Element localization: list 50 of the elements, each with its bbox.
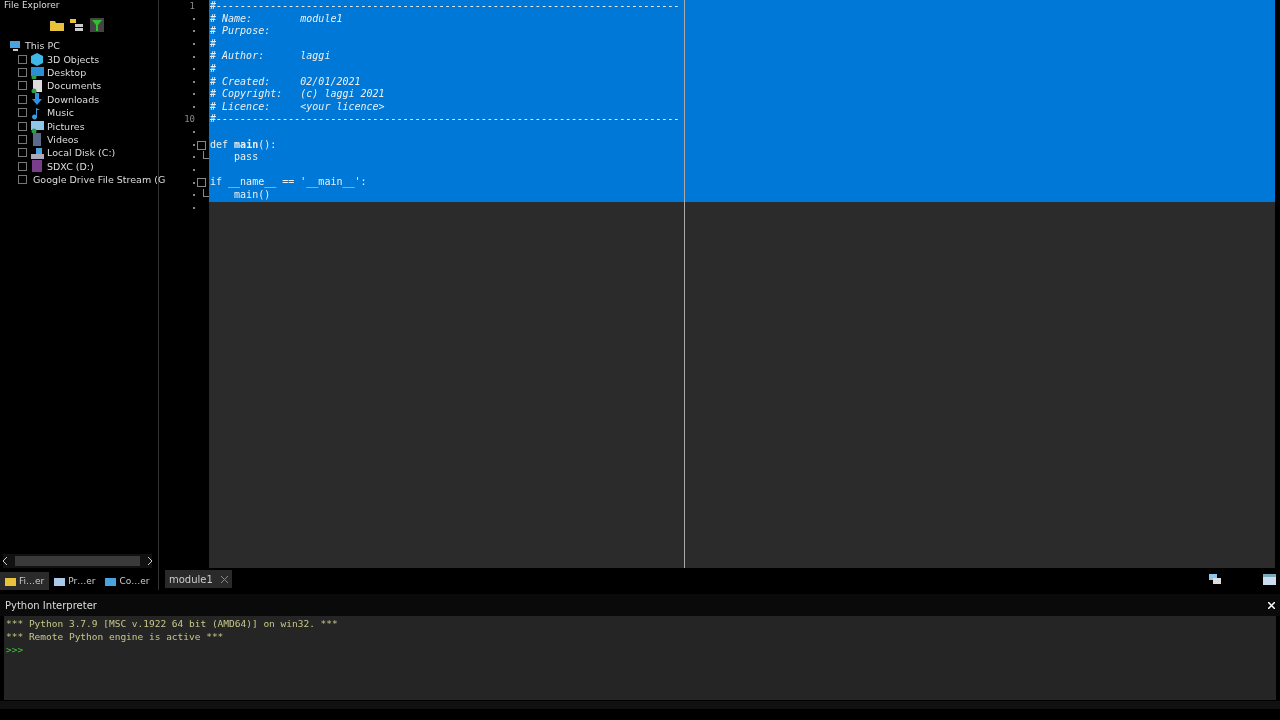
- panel-tab[interactable]: Co…er: [100, 572, 155, 590]
- fold-marker[interactable]: [197, 140, 206, 150]
- code-line: #: [210, 62, 217, 74]
- windows-icon[interactable]: [1209, 573, 1223, 585]
- code-line: #-----------------------------------------------------------------------------: [210, 113, 680, 125]
- tree-item[interactable]: Pictures: [47, 120, 85, 132]
- line-number: 1: [189, 0, 195, 13]
- tree-item[interactable]: SDXC (D:): [47, 160, 94, 172]
- code-line: # Name: module1: [210, 12, 343, 24]
- horizontal-scrollbar[interactable]: [3, 554, 152, 568]
- window-icon: [54, 575, 66, 587]
- code-line: # Author: laggi: [210, 50, 331, 62]
- panel-title: Python Interpreter: [5, 599, 97, 611]
- tree-item[interactable]: Google Drive File Stream (G: [33, 174, 166, 186]
- tree-item[interactable]: Videos: [47, 133, 79, 145]
- folder-tree-icon[interactable]: [70, 19, 84, 31]
- filter-icon[interactable]: [90, 18, 104, 32]
- code-line: #-----------------------------------------------------------------------------: [210, 0, 680, 11]
- panel-title: File Explorer: [4, 0, 60, 11]
- tree-item[interactable]: Downloads: [47, 93, 100, 105]
- code-line: if __name__ == '__main__':: [210, 176, 367, 188]
- close-icon[interactable]: [1268, 601, 1275, 609]
- code-line: pass: [233, 151, 259, 163]
- code-line: #: [210, 37, 217, 49]
- code-line: def main():: [210, 138, 277, 150]
- code-line: # Created: 02/01/2021: [210, 75, 361, 87]
- code-line: # Purpose:: [210, 25, 271, 37]
- code-line: # Licence: <your licence>: [210, 100, 385, 112]
- code-line: main(): [233, 188, 271, 200]
- tree-item[interactable]: 3D Objects: [47, 53, 100, 65]
- console-line: *** Python 3.7.9 [MSC v.1922 64 bit (AMD64)] on win32. ***: [6, 618, 338, 629]
- console-line: *** Remote Python engine is active ***: [6, 630, 224, 642]
- tree-item[interactable]: Local Disk (C:): [47, 147, 116, 159]
- tree-item[interactable]: Documents: [47, 80, 102, 92]
- tree-item[interactable]: Music: [47, 107, 75, 119]
- window-icon: [105, 575, 117, 587]
- panel-tab[interactable]: Pr…er: [49, 572, 101, 590]
- line-number: 10: [184, 113, 195, 126]
- tree-item[interactable]: Desktop: [47, 66, 87, 78]
- code-line: # Copyright: (c) laggi 2021: [210, 88, 385, 100]
- chevron-right-icon[interactable]: [147, 557, 152, 565]
- editor-tab[interactable]: module1: [165, 570, 232, 588]
- console-line: >>>: [6, 643, 24, 655]
- fold-marker[interactable]: [197, 178, 206, 188]
- window-icon[interactable]: [1263, 573, 1276, 585]
- panel-tab[interactable]: Fi…er: [0, 572, 50, 590]
- close-icon: [220, 575, 228, 583]
- computer-icon: [8, 38, 22, 53]
- tree-item[interactable]: This PC: [25, 40, 60, 52]
- chevron-left-icon[interactable]: [3, 557, 8, 565]
